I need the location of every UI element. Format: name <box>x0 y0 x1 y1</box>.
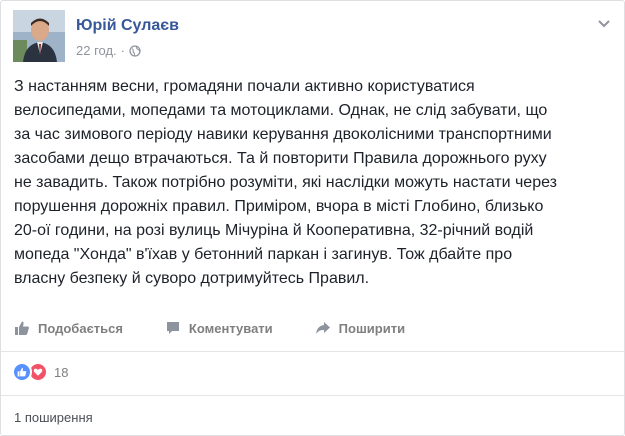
share-label: Поширити <box>338 320 406 336</box>
reaction-count[interactable]: 18 <box>54 365 68 380</box>
post-text-line: засобами дещо втрачаються. Та й повторит… <box>14 150 547 167</box>
post-meta: 22 год. · <box>76 43 141 58</box>
post-text-line: велосипедами, мопедами та мотоциклами. О… <box>14 102 548 119</box>
post-card: Юрій Сулаєв 22 год. · З настанням весни,… <box>0 0 625 436</box>
post-text-line: З настанням весни, громадяни почали акти… <box>14 78 475 95</box>
divider <box>1 351 624 352</box>
post-body-text: З настанням весни, громадяни почали акти… <box>14 75 614 291</box>
comment-label: Коментувати <box>188 320 273 336</box>
meta-separator: · <box>120 43 126 58</box>
share-arrow-icon <box>315 322 330 334</box>
post-action-bar: Подобається Коментувати Поширити <box>14 316 447 340</box>
avatar[interactable] <box>13 10 65 62</box>
post-options-chevron-icon[interactable] <box>596 15 612 31</box>
globe-icon[interactable] <box>129 44 141 57</box>
like-reaction-icon <box>12 362 32 382</box>
post-text-line: не завадить. Також потрібно розуміти, як… <box>14 174 557 191</box>
post-text-line: порушення дорожніх правил. Приміром, вчо… <box>14 198 544 215</box>
avatar-image <box>13 10 65 62</box>
author-name-link[interactable]: Юрій Сулаєв <box>76 17 179 35</box>
like-button[interactable]: Подобається <box>14 320 123 336</box>
post-text-line: мопеда "Хонда" в'їхав у бетонний паркан … <box>14 246 513 263</box>
post-timestamp[interactable]: 22 год. <box>76 43 117 58</box>
thumbs-up-icon <box>15 321 29 335</box>
share-button[interactable]: Поширити <box>315 320 405 336</box>
like-label: Подобається <box>38 320 123 336</box>
shares-count-link[interactable]: 1 поширення <box>14 410 93 425</box>
comment-icon <box>166 322 179 334</box>
post-text-line: за час зимового періоду навики керування… <box>14 126 552 143</box>
reactions-summary[interactable]: 18 <box>12 362 68 382</box>
post-text-line: 20-ої години, на розі вулиць Мічуріна й … <box>14 222 534 239</box>
comment-button[interactable]: Коментувати <box>165 320 273 336</box>
post-text-line: власну безпеку й суворо дотримуйтесь Пра… <box>14 270 370 287</box>
divider <box>1 395 624 396</box>
